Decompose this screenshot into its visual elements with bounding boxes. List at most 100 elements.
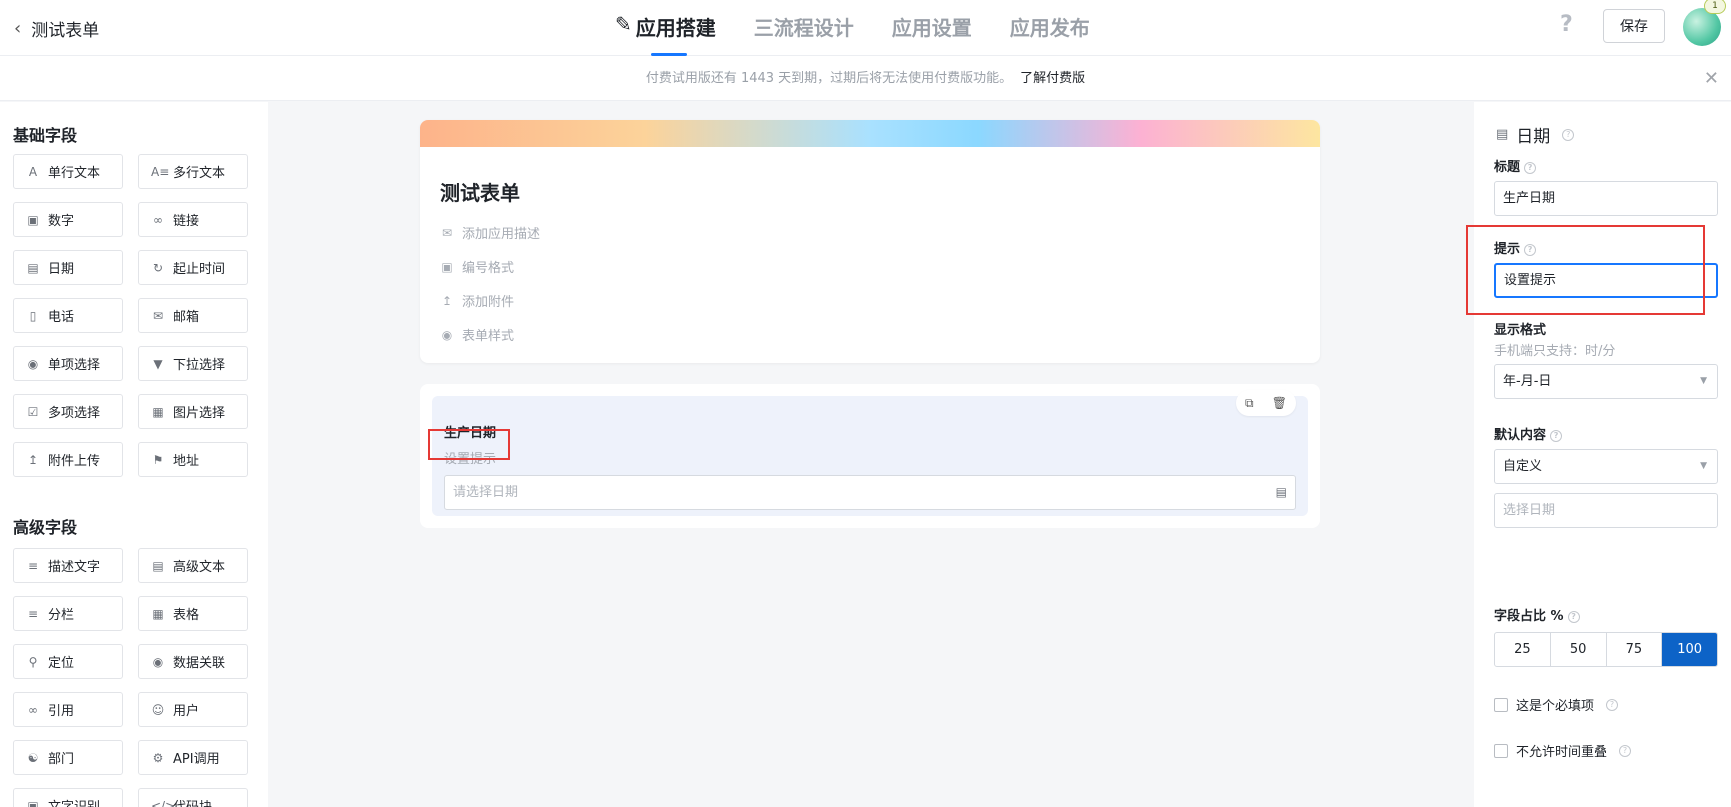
form-banner — [420, 120, 1320, 147]
help-circle-icon[interactable]: ? — [1606, 698, 1619, 711]
field-radio[interactable]: ◉ 单项选择 — [13, 346, 123, 381]
basic-fields-title: 基础字段 — [13, 126, 78, 145]
copy-icon[interactable]: ⧉ — [1245, 396, 1254, 411]
description-icon: ≡ — [27, 558, 39, 573]
notification-badge: 1 — [1704, 0, 1726, 14]
app-name: 测试表单 — [31, 21, 100, 41]
default-date-input[interactable]: 选择日期 — [1494, 493, 1718, 528]
number-icon: ▣ — [27, 212, 39, 227]
no-overlap-checkbox[interactable]: 不允许时间重叠 ? — [1494, 741, 1632, 760]
caret-down-icon: ▼ — [1700, 376, 1707, 386]
field-ocr[interactable]: ▣文字识别 — [13, 788, 123, 807]
field-checkbox[interactable]: ☑ 多项选择 — [13, 394, 123, 429]
width-option-75[interactable]: 75 — [1607, 633, 1663, 666]
single-text-icon: A — [28, 164, 38, 179]
width-label: 字段占比 %? — [1494, 605, 1580, 624]
field-user[interactable]: ☺ 用户 — [138, 692, 248, 727]
comment-icon: ✉ — [441, 225, 453, 240]
advanced-fields-title: 高级字段 — [13, 518, 78, 537]
field-address[interactable]: ⚑ 地址 — [138, 442, 248, 477]
help-circle-icon[interactable]: ? — [1567, 610, 1580, 623]
tab-settings[interactable]: 应用设置 — [892, 12, 972, 56]
help-circle-icon[interactable]: ? — [1619, 744, 1632, 757]
default-label: 默认内容? — [1494, 424, 1563, 443]
field-date[interactable]: ▤ 日期 — [13, 250, 123, 285]
date-icon: ▤ — [27, 260, 39, 275]
field-table[interactable]: ▦ 表格 — [138, 596, 248, 631]
field-code[interactable]: </>代码块 — [138, 788, 248, 807]
add-description[interactable]: ✉ 添加应用描述 — [440, 223, 540, 243]
selected-field[interactable]: ⧉ 🗑 生产日期 设置提示 请选择日期 ▤ — [432, 390, 1308, 516]
form-title[interactable]: 测试表单 — [440, 177, 520, 206]
checkbox[interactable] — [1494, 743, 1508, 758]
dropdown-icon: ▼ — [153, 356, 163, 371]
field-number[interactable]: ▣ 数字 — [13, 202, 123, 237]
properties-panel: ▤ 日期 ? 标题? 生产日期 提示? 设置提示 显示格式 手机端只支持：时/分… — [1466, 102, 1731, 807]
field-link[interactable]: ∞ 链接 — [138, 202, 248, 237]
help-circle-icon[interactable]: ? — [1550, 429, 1563, 442]
add-attachment[interactable]: ↥ 添加附件 — [440, 291, 514, 311]
image-icon: ▦ — [152, 404, 164, 419]
highlight-box — [1466, 225, 1705, 315]
upgrade-link[interactable]: 了解付费版 — [1020, 71, 1085, 86]
save-button[interactable]: 保存 — [1603, 9, 1665, 43]
form-header-card: 测试表单 ✉ 添加应用描述 ▣ 编号格式 ↥ 添加附件 ◉ 表单样式 — [420, 120, 1320, 363]
field-phone[interactable]: ▯ 电话 — [13, 298, 123, 333]
field-rich-text[interactable]: ▤ 高级文本 — [138, 548, 248, 583]
checkbox-icon: ☑ — [27, 404, 39, 419]
field-image[interactable]: ▦ 图片选择 — [138, 394, 248, 429]
width-option-50[interactable]: 50 — [1551, 633, 1607, 666]
form-canvas: 测试表单 ✉ 添加应用描述 ▣ 编号格式 ↥ 添加附件 ◉ 表单样式 ⧉ 🗑 生产日期 … — [268, 102, 1474, 807]
field-location[interactable]: ⚲ 定位 — [13, 644, 123, 679]
back-button[interactable]: ‹ 测试表单 — [14, 16, 99, 41]
help-circle-icon[interactable]: ? — [1524, 161, 1537, 174]
date-icon: ▤ — [1496, 127, 1509, 142]
palette-icon: ◉ — [441, 327, 453, 342]
title-input[interactable]: 生产日期 — [1494, 181, 1718, 216]
time-range-icon: ↻ — [152, 260, 164, 275]
delete-icon[interactable]: 🗑 — [1272, 396, 1287, 410]
date-input[interactable]: 请选择日期 ▤ — [444, 475, 1296, 510]
upload-icon: ↥ — [27, 452, 39, 467]
field-reference[interactable]: ∞ 引用 — [13, 692, 123, 727]
required-checkbox[interactable]: 这是个必填项 ? — [1494, 695, 1619, 714]
user-icon: ☺ — [151, 702, 165, 717]
checkbox[interactable] — [1494, 697, 1508, 712]
data-link-icon: ◉ — [152, 654, 164, 669]
field-data-link[interactable]: ◉ 数据关联 — [138, 644, 248, 679]
field-time-range[interactable]: ↻ 起止时间 — [138, 250, 248, 285]
department-icon: ☯ — [27, 750, 39, 765]
field-single-text[interactable]: A 单行文本 — [13, 154, 123, 189]
form-style[interactable]: ◉ 表单样式 — [440, 325, 514, 345]
width-option-100[interactable]: 100 — [1662, 633, 1717, 666]
date-field-card[interactable]: ⧉ 🗑 生产日期 设置提示 请选择日期 ▤ — [420, 384, 1320, 528]
caret-down-icon: ▼ — [1700, 461, 1707, 471]
upload-icon: ↥ — [441, 293, 453, 308]
api-icon: ⚙ — [152, 750, 164, 765]
field-description[interactable]: ≡ 描述文字 — [13, 548, 123, 583]
code-icon: </> — [151, 798, 176, 807]
format-select[interactable]: 年-月-日 ▼ — [1494, 364, 1718, 399]
tab-flow[interactable]: 三流程设计 — [754, 12, 854, 56]
field-api[interactable]: ⚙ API调用 — [138, 740, 248, 775]
number-format[interactable]: ▣ 编号格式 — [440, 257, 514, 277]
field-columns[interactable]: ≡ 分栏 — [13, 596, 123, 631]
tab-publish[interactable]: 应用发布 — [1010, 12, 1090, 56]
field-dropdown[interactable]: ▼ 下拉选择 — [138, 346, 248, 381]
close-icon[interactable]: ✕ — [1704, 56, 1719, 101]
help-icon[interactable]: ? — [1560, 12, 1573, 37]
help-circle-icon[interactable]: ? — [1562, 128, 1575, 141]
width-selector: 25 50 75 100 — [1494, 632, 1718, 667]
field-department[interactable]: ☯ 部门 — [13, 740, 123, 775]
field-multi-text[interactable]: A≡ 多行文本 — [138, 154, 248, 189]
main-tabs: ✎ 应用搭建 三流程设计 应用设置 应用发布 — [615, 12, 1090, 56]
chevron-left-icon: ‹ — [14, 18, 22, 39]
tab-build[interactable]: ✎ 应用搭建 — [615, 12, 716, 56]
calendar-icon: ▤ — [1275, 485, 1287, 499]
width-option-25[interactable]: 25 — [1495, 633, 1551, 666]
default-select[interactable]: 自定义 ▼ — [1494, 449, 1718, 484]
field-type-header: ▤ 日期 ? — [1496, 122, 1575, 147]
field-upload[interactable]: ↥ 附件上传 — [13, 442, 123, 477]
format-label: 显示格式 — [1494, 323, 1547, 338]
field-mail[interactable]: ✉ 邮箱 — [138, 298, 248, 333]
